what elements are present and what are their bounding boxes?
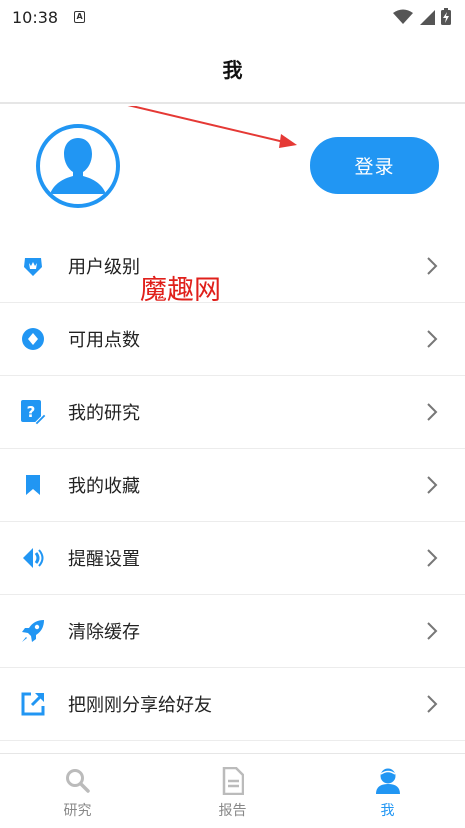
chevron-right-icon xyxy=(427,476,438,494)
points-icon xyxy=(20,326,46,352)
tab-label: 研究 xyxy=(63,803,92,819)
menu-item-label: 清除缓存 xyxy=(68,622,140,643)
menu-item-label: 我的研究 xyxy=(68,403,140,424)
chevron-right-icon xyxy=(427,622,438,640)
bottom-tab-bar: 研究 报告 我 xyxy=(0,753,465,828)
bookmark-icon xyxy=(20,472,46,498)
menu-item-label: 提醒设置 xyxy=(68,549,140,570)
search-icon xyxy=(64,766,92,796)
share-icon xyxy=(20,691,46,717)
page-header: 我 xyxy=(0,34,465,104)
user-icon xyxy=(374,766,402,796)
watermark: 魔趣网 xyxy=(140,275,221,306)
menu-item-label: 把刚刚分享给好友 xyxy=(68,695,212,716)
menu-item-favorites[interactable]: 我的收藏 xyxy=(0,449,465,522)
battery-icon xyxy=(441,8,451,25)
tab-report[interactable]: 报告 xyxy=(155,754,310,828)
signal-icon xyxy=(420,9,435,25)
status-bar: 10:38 A xyxy=(0,0,465,34)
chevron-right-icon xyxy=(427,330,438,348)
question-edit-icon: ? xyxy=(20,399,46,425)
menu-item-user-level[interactable]: 用户级别 xyxy=(0,230,465,303)
wifi-icon xyxy=(393,9,413,24)
menu-item-my-research[interactable]: ? 我的研究 xyxy=(0,376,465,449)
profile-section: 登录 xyxy=(0,106,465,230)
speaker-icon xyxy=(20,545,46,571)
svg-text:?: ? xyxy=(27,403,36,421)
menu-item-points[interactable]: 可用点数 xyxy=(0,303,465,376)
menu-item-label: 我的收藏 xyxy=(68,476,140,497)
tab-research[interactable]: 研究 xyxy=(0,754,155,828)
menu-item-clear-cache[interactable]: 清除缓存 xyxy=(0,595,465,668)
status-time: 10:38 xyxy=(12,7,59,27)
menu-item-label: 用户级别 xyxy=(68,257,140,278)
tab-label: 我 xyxy=(380,803,395,819)
rocket-icon xyxy=(20,618,46,644)
menu-item-reminder-settings[interactable]: 提醒设置 xyxy=(0,522,465,595)
menu-item-share[interactable]: 把刚刚分享给好友 xyxy=(0,668,465,741)
chevron-right-icon xyxy=(427,403,438,421)
login-button[interactable]: 登录 xyxy=(310,137,439,194)
chevron-right-icon xyxy=(427,257,438,275)
page-title: 我 xyxy=(222,57,243,82)
status-right xyxy=(393,8,451,25)
document-icon xyxy=(219,766,247,796)
menu-list: 用户级别 可用点数 ? 我的研究 我的收藏 提醒设置 清除缓存 把刚刚分享给好友 xyxy=(0,230,465,741)
menu-item-label: 可用点数 xyxy=(68,330,140,351)
tab-me[interactable]: 我 xyxy=(310,754,465,828)
chevron-right-icon xyxy=(427,695,438,713)
chevron-right-icon xyxy=(427,549,438,567)
badge-icon xyxy=(20,253,46,279)
tab-label: 报告 xyxy=(218,803,247,819)
notification-a-icon: A xyxy=(74,11,86,23)
